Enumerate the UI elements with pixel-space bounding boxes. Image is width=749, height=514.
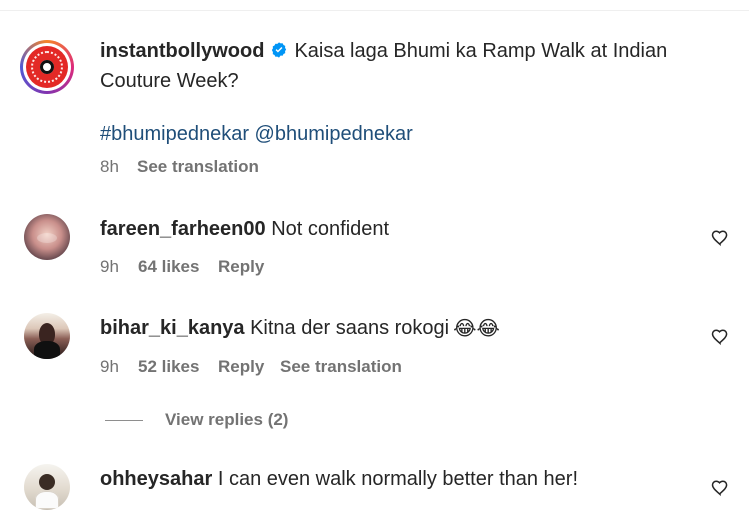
post-see-translation[interactable]: See translation (137, 157, 259, 177)
comment-2-time: 9h (100, 357, 119, 376)
comment-3-username[interactable]: ohheysahar (100, 468, 212, 490)
comment-1-line: fareen_farheen00 Not confident (100, 218, 389, 241)
post-header: instantbollywood Kaisa laga Bhumi ka Ram… (100, 40, 667, 63)
post-avatar[interactable] (20, 40, 74, 94)
comment-avatar-2[interactable] (24, 313, 70, 359)
comment-1-text: Not confident (271, 218, 390, 240)
comment-2-likes[interactable]: 52 likes (138, 357, 199, 377)
heart-icon[interactable] (711, 328, 729, 346)
comment-avatar-1[interactable] (24, 214, 70, 260)
comment-1-likes[interactable]: 64 likes (138, 257, 199, 277)
comment-3-text: I can even walk normally better than her… (217, 468, 579, 490)
post-avatar-ring (23, 43, 71, 91)
comment-1-reply[interactable]: Reply (218, 257, 264, 277)
comment-3-line: ohheysahar I can even walk normally bett… (100, 468, 578, 491)
post-caption-line-2: Couture Week? (100, 70, 239, 92)
comment-avatar-3[interactable] (24, 464, 70, 510)
post-caption-line-1: Kaisa laga Bhumi ka Ramp Walk at Indian (294, 40, 668, 62)
post-username[interactable]: instantbollywood (100, 40, 264, 62)
comment-1-username[interactable]: fareen_farheen00 (100, 218, 266, 240)
verified-badge-icon (270, 41, 288, 59)
heart-icon[interactable] (711, 229, 729, 247)
comment-2-text: Kitna der saans rokogi (250, 317, 450, 339)
instant-bollywood-logo-icon (26, 46, 68, 88)
comment-1-time: 9h (100, 257, 119, 276)
comment-2-see-translation[interactable]: See translation (280, 357, 402, 377)
comment-2-line: bihar_ki_kanya Kitna der saans rokogi 😂😂 (100, 317, 500, 341)
comment-2-emoji: 😂😂 (453, 318, 500, 340)
heart-icon[interactable] (711, 479, 729, 497)
top-divider (0, 10, 749, 11)
comment-2-reply[interactable]: Reply (218, 357, 264, 377)
post-time: 8h (100, 157, 119, 176)
view-replies-button[interactable]: View replies (2) (165, 410, 288, 430)
comment-2-username[interactable]: bihar_ki_kanya (100, 317, 245, 339)
post-hashtags[interactable]: #bhumipednekar @bhumipednekar (100, 123, 413, 146)
view-replies-line (105, 420, 143, 421)
